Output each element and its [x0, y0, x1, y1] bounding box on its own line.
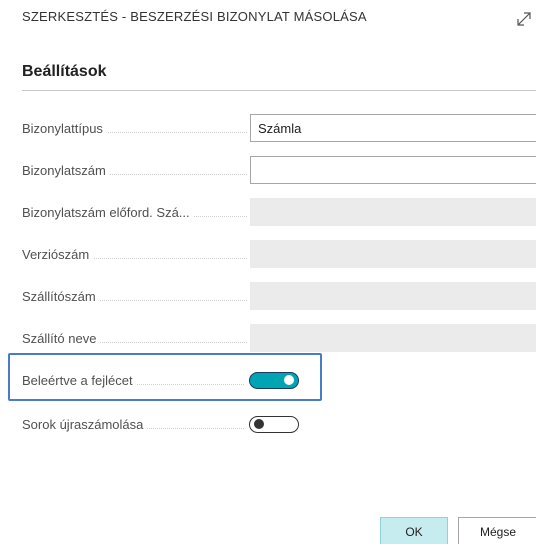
section-heading: Beállítások [22, 63, 107, 80]
ok-button[interactable]: OK [380, 517, 448, 544]
document-no-history-label: Bizonylatszám előford. Szá... [22, 205, 247, 220]
section-divider [22, 90, 536, 91]
document-type-value: Számla [258, 121, 302, 136]
vendor-name-label: Szállító neve [22, 331, 247, 346]
field-row-document-no: Bizonylatszám ... [22, 156, 536, 186]
field-row-vendor-no: Szállítószám [22, 282, 536, 312]
vendor-name-field [250, 324, 536, 352]
vendor-no-field [250, 282, 536, 310]
document-type-label: Bizonylattípus [22, 121, 247, 136]
vendor-no-label: Szállítószám [22, 289, 247, 304]
version-no-field [250, 240, 536, 268]
field-row-document-no-history: Bizonylatszám előford. Szá... [22, 198, 536, 228]
document-no-input[interactable]: ... [250, 156, 536, 184]
expand-icon[interactable] [512, 6, 536, 30]
field-row-vendor-name: Szállító neve [22, 324, 536, 354]
field-row-recalculate-lines: Sorok újraszámolása [22, 410, 536, 440]
cancel-button[interactable]: Mégse [458, 517, 536, 544]
copy-purchase-document-dialog: SZERKESZTÉS - BESZERZÉSI BIZONYLAT MÁSOL… [0, 0, 536, 544]
field-row-version-no: Verziószám [22, 240, 536, 270]
toggle-knob [254, 419, 264, 429]
recalculate-lines-label: Sorok újraszámolása [22, 417, 244, 432]
recalculate-lines-toggle[interactable] [249, 416, 299, 433]
document-no-history-field [250, 198, 536, 226]
document-no-label: Bizonylatszám [22, 163, 247, 178]
field-row-document-type: Bizonylattípus Számla [22, 114, 536, 144]
version-no-label: Verziószám [22, 247, 247, 262]
document-type-select[interactable]: Számla [250, 114, 536, 142]
dialog-title: SZERKESZTÉS - BESZERZÉSI BIZONYLAT MÁSOL… [22, 9, 367, 24]
